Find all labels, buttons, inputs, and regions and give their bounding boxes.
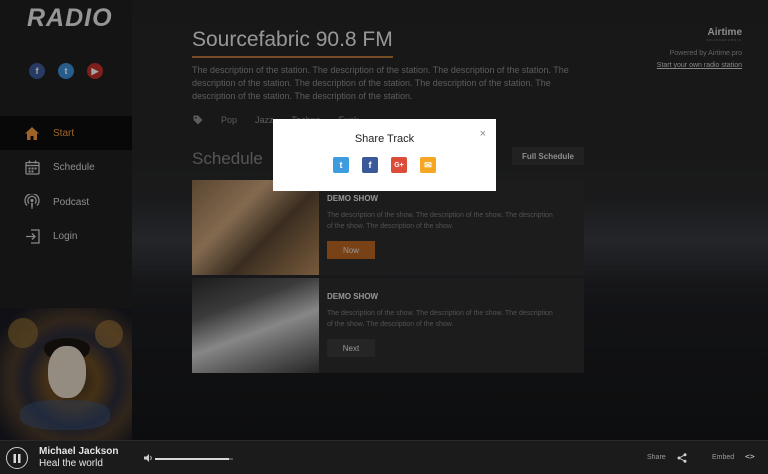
pause-icon	[13, 453, 21, 463]
twitter-share-icon[interactable]: t	[333, 157, 349, 173]
pause-button[interactable]	[6, 447, 28, 469]
facebook-share-icon[interactable]: f	[362, 157, 378, 173]
modal-overlay[interactable]	[0, 0, 768, 440]
volume-slider[interactable]	[155, 458, 233, 460]
share-options: t f G+ ✉	[333, 157, 436, 173]
email-share-icon[interactable]: ✉	[420, 157, 436, 173]
radio-app: RADIO f t ▶ Start Schedule Podcast Login…	[0, 0, 768, 474]
close-icon[interactable]: ×	[480, 128, 486, 140]
embed-code-icon[interactable]: <>	[745, 452, 755, 461]
embed-label[interactable]: Embed	[712, 454, 734, 461]
track-artist: Michael Jackson	[39, 446, 119, 457]
google-plus-share-icon[interactable]: G+	[391, 157, 407, 173]
player-bar: Michael Jackson Heal the world Share Emb…	[0, 440, 768, 474]
share-icon[interactable]	[677, 453, 687, 463]
track-title: Heal the world	[39, 458, 103, 469]
share-label[interactable]: Share	[647, 454, 666, 461]
share-track-modal: Share Track × t f G+ ✉	[273, 119, 496, 191]
volume-slider-fill	[155, 458, 230, 460]
modal-title: Share Track	[354, 133, 415, 145]
volume-icon[interactable]	[143, 453, 153, 463]
